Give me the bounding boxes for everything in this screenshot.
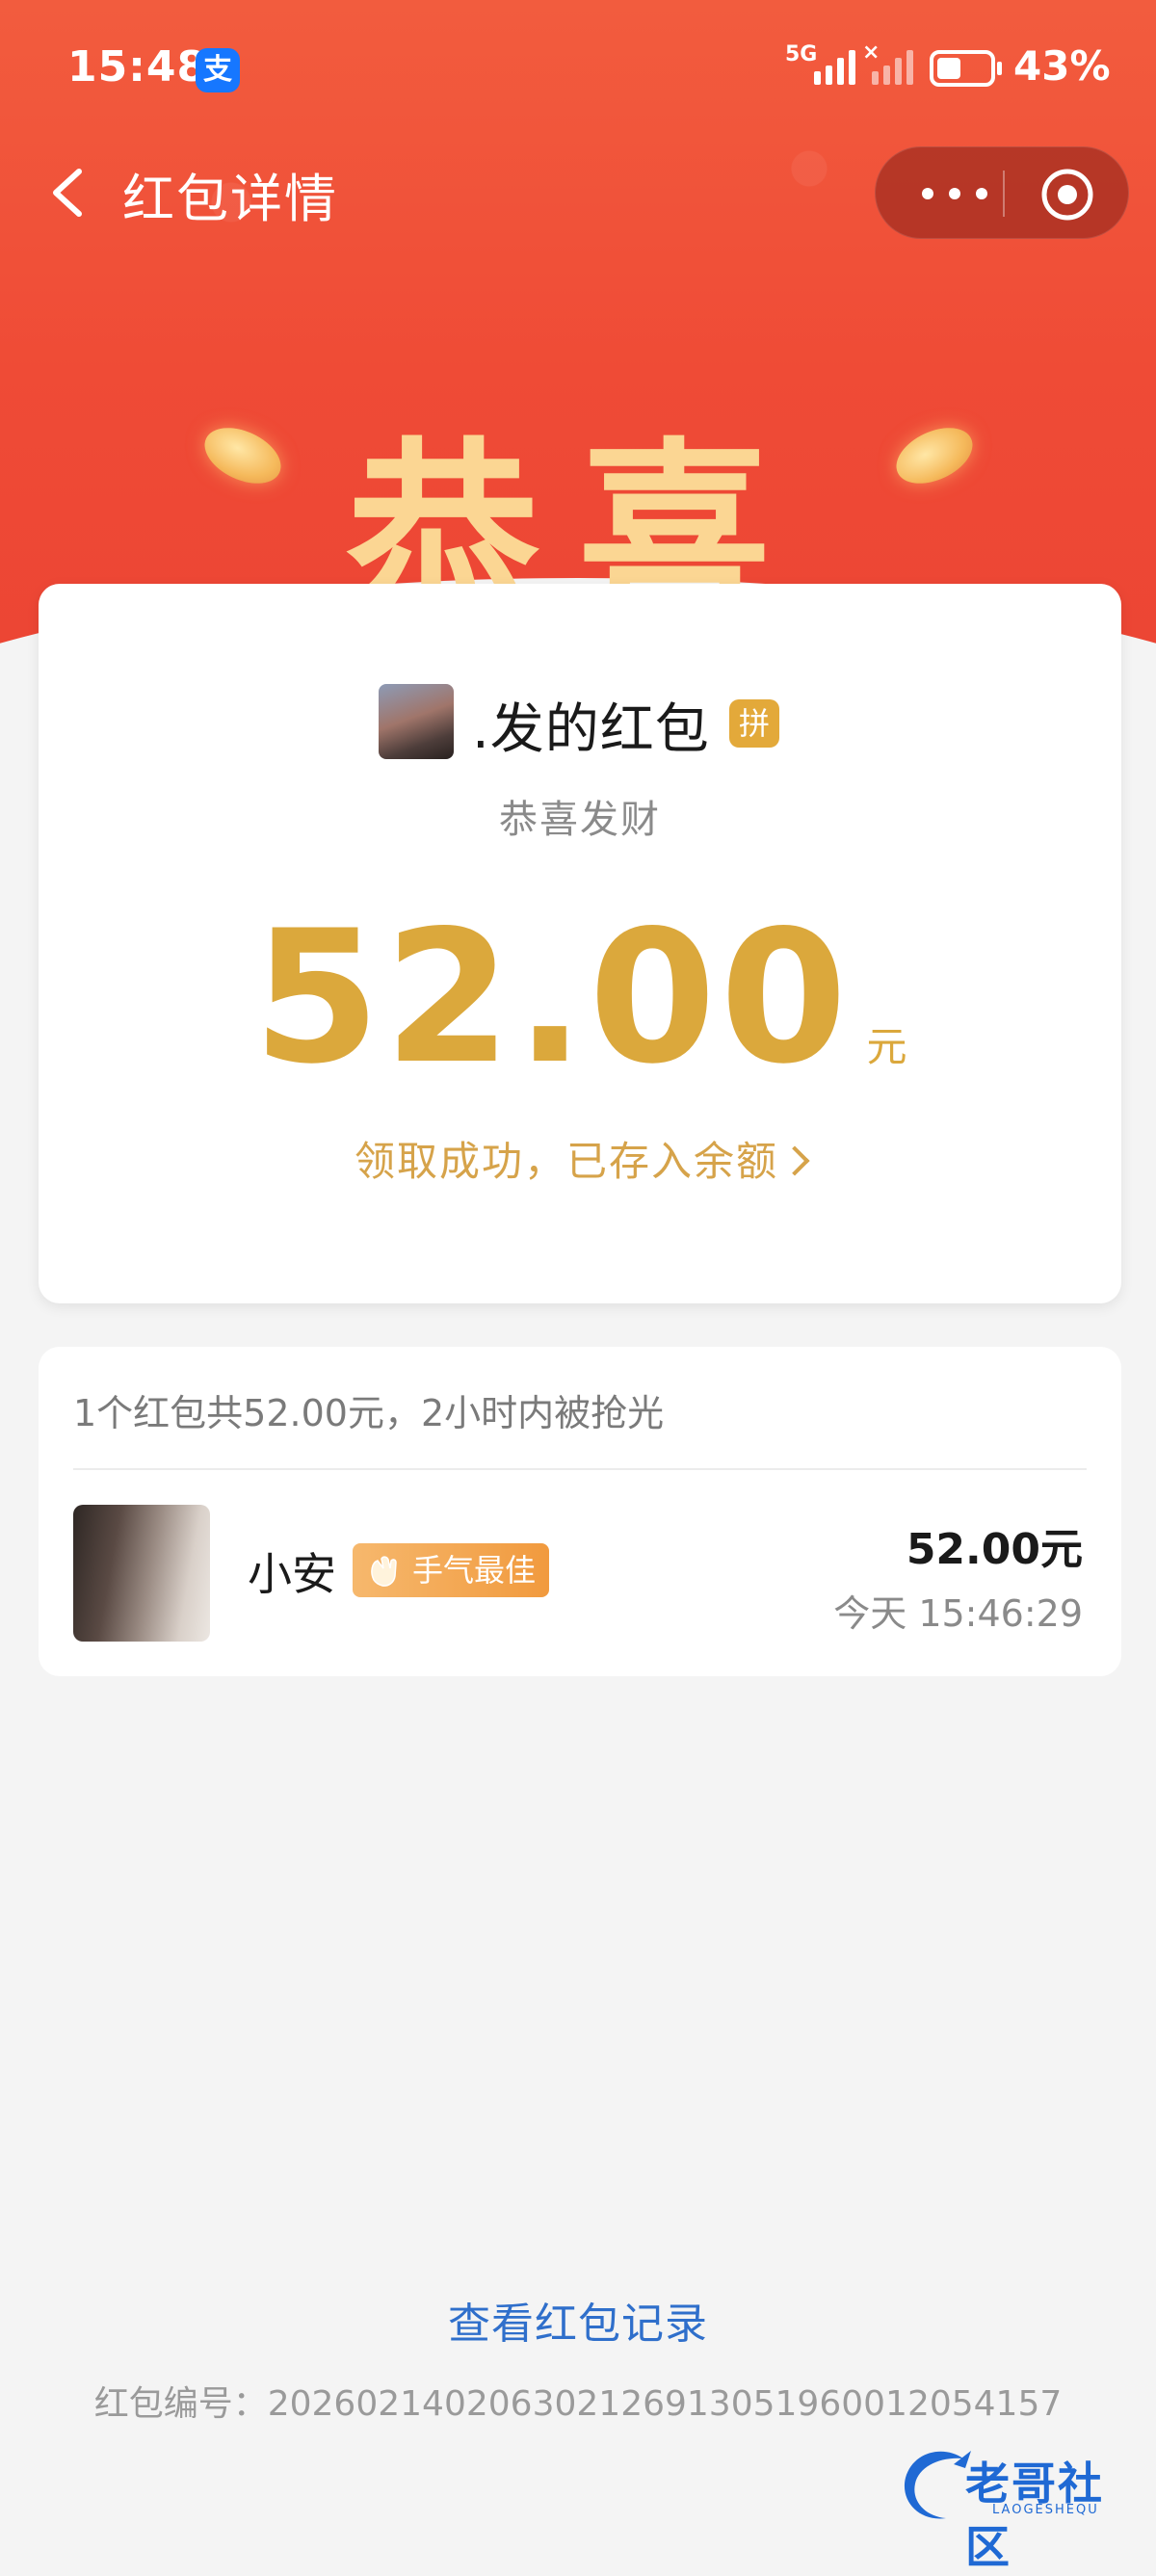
deposited-balance-link[interactable]: 领取成功，已存入余额 [39,1129,1121,1188]
capsule-divider [1003,171,1005,217]
signal-strength-sim2-icon [872,48,913,85]
serial-number: 20260214020630212691305196001205415​7 [267,2384,1063,2424]
close-target-icon[interactable] [1039,167,1095,223]
records-divider [73,1468,1087,1470]
sender-avatar[interactable] [379,684,454,759]
signal-strength-icon [814,48,855,85]
amount-unit: 元 [866,1023,907,1070]
battery-icon [930,50,1002,87]
red-packet-card: .发的红包 拼 恭喜发财 52.00 元 领取成功，已存入余额 [39,584,1121,1303]
best-luck-badge: 手气最佳 [353,1543,550,1597]
amount-display: 52.00 元 [39,907,1121,1090]
page-title: 红包详情 [122,169,338,229]
best-luck-label: 手气最佳 [412,1552,537,1589]
watermark-logo: 老哥社区 LAOGESHEQU [896,2437,1137,2573]
records-card: 1个红包共52.00元，2小时内被抢光 小安 手气最佳 52.00元 今天 15… [39,1347,1121,1676]
chevron-right-icon [779,1145,810,1176]
serial-label: 红包编号： [93,2384,268,2424]
blessing-text: 恭喜发财 [499,798,661,842]
status-bar: 15:48 支 5G × 43% [0,0,1156,145]
sender-row: .发的红包 拼 [39,680,1121,761]
sender-name: .发的红包 [472,698,710,761]
network-type-label: 5G [785,42,818,66]
receiver-avatar[interactable] [73,1505,210,1642]
lucky-packet-badge: 拼 [729,699,779,748]
watermark-subtext: LAOGESHEQU [992,2503,1099,2517]
receiver-amount: 52.00元 [906,1525,1083,1574]
battery-percentage: 43% [1013,42,1111,90]
back-chevron-icon[interactable] [42,164,100,222]
records-summary: 1个红包共52.00元，2小时内被抢光 [73,1392,665,1434]
deposited-balance-label: 领取成功，已存入余额 [354,1138,778,1185]
receiver-name: 小安 [248,1548,336,1600]
more-horizontal-icon[interactable] [914,174,995,213]
packet-serial: 红包编号：20260214020630212691305196001205415… [0,2376,1156,2426]
mini-program-capsule [875,146,1129,239]
waving-hand-icon [371,1556,397,1587]
status-time: 15:48 [67,42,208,92]
receiver-time: 今天 15:46:29 [833,1592,1083,1635]
view-history-link[interactable]: 查看红包记录 [0,2289,1156,2351]
amount-value: 52.00 [252,891,852,1104]
alipay-app-icon: 支 [196,48,240,92]
